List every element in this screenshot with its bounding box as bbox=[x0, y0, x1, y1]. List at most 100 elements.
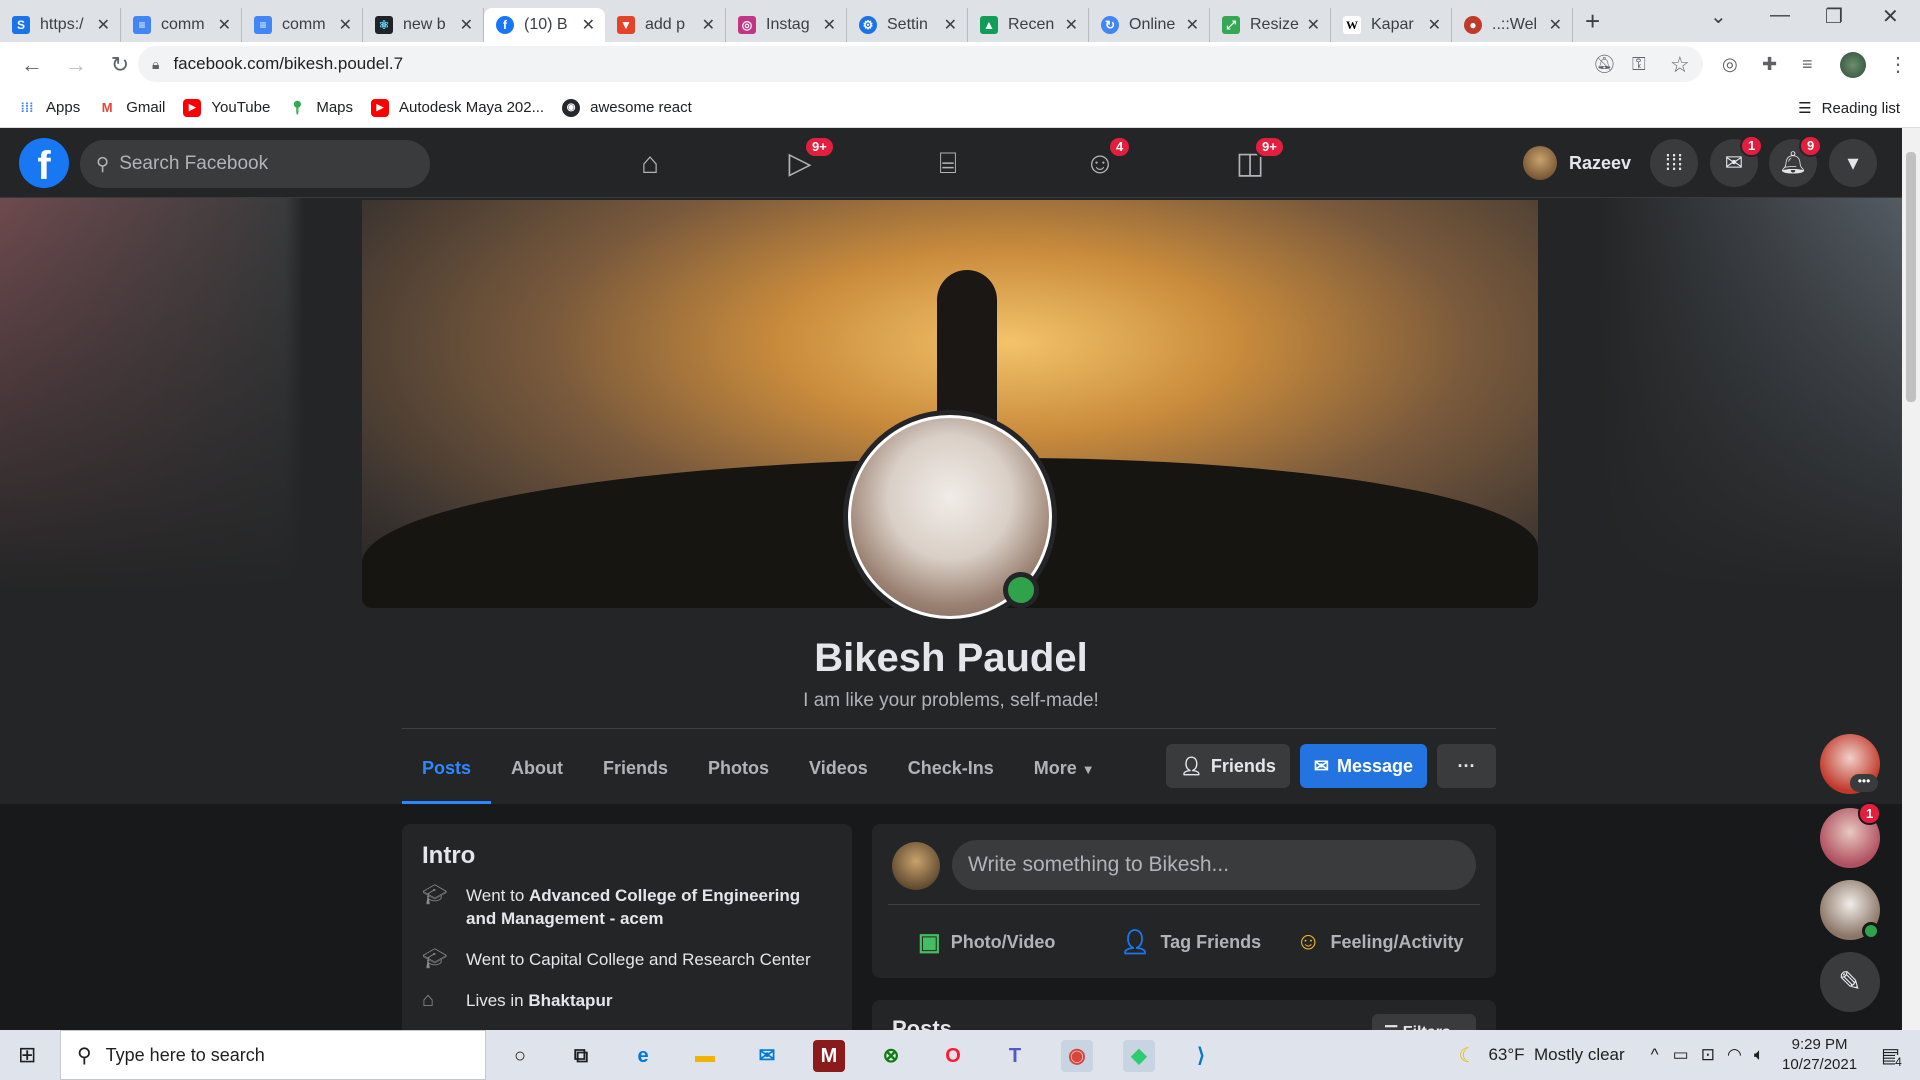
close-tab-icon[interactable]: ✕ bbox=[702, 15, 715, 35]
close-tab-icon[interactable]: ✕ bbox=[1428, 15, 1441, 35]
reading-list[interactable]: ☰ Reading list bbox=[1798, 99, 1900, 117]
chevron-up-icon[interactable]: ^ bbox=[1651, 1045, 1659, 1065]
tab-posts[interactable]: Posts bbox=[402, 738, 492, 804]
chrome-icon[interactable]: ◉ bbox=[1061, 1040, 1093, 1072]
browser-tab[interactable]: ⚙ Settin ✕ bbox=[847, 8, 968, 42]
key-icon[interactable]: ⚿ bbox=[1632, 54, 1646, 75]
browser-tab[interactable]: Shttps:/ ✕ bbox=[0, 8, 121, 42]
tab-search-icon[interactable]: ⌄ bbox=[1710, 4, 1727, 29]
messenger-icon[interactable]: ✉ 1 bbox=[1710, 135, 1764, 187]
page-scrollbar[interactable] bbox=[1902, 128, 1920, 1030]
app-icon[interactable]: ◆ bbox=[1123, 1040, 1155, 1072]
clock[interactable]: 9:29 PM 10/27/2021 bbox=[1782, 1035, 1857, 1075]
facebook-logo[interactable]: f bbox=[19, 138, 69, 188]
close-tab-icon[interactable]: ✕ bbox=[823, 15, 836, 35]
minimize-icon[interactable]: — bbox=[1770, 4, 1790, 27]
close-tab-icon[interactable]: ✕ bbox=[944, 15, 957, 35]
message-button[interactable]: ✉ Message bbox=[1300, 744, 1427, 788]
bookmark-star-icon[interactable]: ☆ bbox=[1670, 52, 1690, 78]
media-icon[interactable]: ≡ bbox=[1802, 54, 1813, 75]
close-tab-icon[interactable]: ✕ bbox=[218, 15, 231, 35]
intro-location-link[interactable]: Bhaktapur bbox=[528, 991, 612, 1010]
browser-tab[interactable]: W Kapar ✕ bbox=[1331, 8, 1452, 42]
weather-text[interactable]: 63°F Mostly clear bbox=[1488, 1045, 1624, 1065]
contact-chat-head[interactable]: ••• bbox=[1820, 734, 1880, 794]
maya-icon[interactable]: M bbox=[813, 1040, 845, 1072]
menu-kebab-icon[interactable]: ⋮ bbox=[1888, 52, 1908, 77]
feeling-activity-button[interactable]: ☺ Feeling/Activity bbox=[1296, 928, 1464, 956]
bookmark-maya[interactable]: ▶ Autodesk Maya 202... bbox=[371, 98, 544, 117]
address-bar[interactable]: 🔒︎ facebook.com/bikesh.poudel.7 🔕︎ ⚿ ☆ bbox=[138, 46, 1703, 82]
bookmark-youtube[interactable]: ▶ YouTube bbox=[183, 98, 270, 117]
composer-input[interactable]: Write something to Bikesh... bbox=[952, 840, 1476, 890]
avatar[interactable] bbox=[892, 842, 940, 890]
puzzle-icon[interactable]: ✚ bbox=[1762, 54, 1777, 75]
profile-avatar[interactable] bbox=[1840, 52, 1866, 78]
lock-icon[interactable]: 🔒︎ bbox=[152, 56, 159, 73]
xbox-icon[interactable]: ⊗ bbox=[875, 1040, 907, 1072]
bookmark-apps[interactable]: ⁞⁞⁞ Apps bbox=[18, 99, 81, 117]
browser-tab[interactable]: ↻ Online ✕ bbox=[1089, 8, 1210, 42]
display-icon[interactable]: ⊡ bbox=[1701, 1045, 1715, 1065]
tab-about[interactable]: About bbox=[491, 738, 583, 804]
home-icon[interactable]: ⌂ bbox=[628, 142, 672, 186]
tab-friends[interactable]: Friends bbox=[583, 738, 688, 804]
browser-tab[interactable]: ⤢ Resize ✕ bbox=[1210, 8, 1331, 42]
wifi-icon[interactable]: ◠ bbox=[1727, 1045, 1742, 1065]
browser-tab[interactable]: ≡ comm ✕ bbox=[121, 8, 242, 42]
teams-icon[interactable]: T bbox=[999, 1040, 1031, 1072]
notifications-blocked-icon[interactable]: 🔕︎ bbox=[1593, 54, 1616, 75]
restore-icon[interactable]: ❐ bbox=[1825, 4, 1843, 29]
friends-button[interactable]: 👤︎ Friends bbox=[1166, 744, 1290, 788]
scrollbar-thumb[interactable] bbox=[1906, 152, 1916, 402]
more-options-button[interactable]: ··· bbox=[1437, 744, 1496, 788]
volume-icon[interactable]: 🔈︎ bbox=[1754, 1045, 1764, 1065]
tag-friends-button[interactable]: 👤︎ Tag Friends bbox=[1120, 928, 1261, 957]
tab-more[interactable]: More ▼ bbox=[1014, 738, 1115, 804]
tab-check-ins[interactable]: Check-Ins bbox=[888, 738, 1014, 804]
task-view-icon[interactable]: ⧉ bbox=[565, 1040, 597, 1072]
bookmark-awesome-react[interactable]: ◉ awesome react bbox=[562, 98, 692, 117]
close-tab-icon[interactable]: ✕ bbox=[1307, 15, 1320, 35]
back-icon[interactable]: ← bbox=[20, 52, 44, 78]
bookmark-maps[interactable]: 📍︎ Maps bbox=[288, 99, 353, 117]
close-tab-icon[interactable]: ✕ bbox=[339, 15, 352, 35]
cortana-icon[interactable]: ○ bbox=[504, 1040, 536, 1072]
tab-videos[interactable]: Videos bbox=[789, 738, 888, 804]
browser-tab[interactable]: ● ..::Wel ✕ bbox=[1452, 8, 1573, 42]
close-tab-icon[interactable]: ✕ bbox=[1186, 15, 1199, 35]
opera-icon[interactable]: O bbox=[937, 1040, 969, 1072]
device-icon[interactable]: ▭ bbox=[1673, 1045, 1689, 1065]
contact-chat-head[interactable] bbox=[1820, 880, 1880, 940]
file-explorer-icon[interactable]: ▬ bbox=[689, 1040, 721, 1072]
close-window-icon[interactable]: ✕ bbox=[1882, 4, 1899, 29]
browser-tab[interactable]: ≡ comm ✕ bbox=[242, 8, 363, 42]
close-tab-icon[interactable]: ✕ bbox=[1549, 15, 1562, 35]
new-message-icon[interactable]: ✎ bbox=[1820, 952, 1880, 1012]
browser-tab[interactable]: ◎ Instag ✕ bbox=[726, 8, 847, 42]
groups-icon[interactable]: ☺ 4 bbox=[1078, 136, 1132, 186]
menu-grid-icon[interactable]: ⁞⁞⁞ bbox=[1650, 139, 1698, 187]
gaming-icon[interactable]: ◫ 9+ bbox=[1228, 136, 1285, 186]
search-input[interactable]: ⚲ Search Facebook bbox=[80, 140, 430, 188]
windows-start-icon[interactable]: ⊞ bbox=[18, 1042, 36, 1068]
close-tab-icon[interactable]: ✕ bbox=[460, 15, 473, 35]
vscode-icon[interactable]: ⟩ bbox=[1185, 1040, 1217, 1072]
extension-icon[interactable]: ◎ bbox=[1722, 54, 1738, 75]
action-center-icon[interactable]: ▤ 4 bbox=[1881, 1043, 1902, 1069]
new-tab-icon[interactable]: + bbox=[1585, 6, 1600, 37]
photo-video-button[interactable]: ▣ Photo/Video bbox=[918, 928, 1055, 957]
edge-icon[interactable]: e bbox=[627, 1040, 659, 1072]
url-text[interactable]: facebook.com/bikesh.poudel.7 bbox=[173, 54, 403, 74]
account-dropdown-icon[interactable]: ▾ bbox=[1829, 139, 1877, 187]
browser-tab[interactable]: ▲ Recen ✕ bbox=[968, 8, 1089, 42]
close-tab-icon[interactable]: ✕ bbox=[97, 15, 110, 35]
watch-icon[interactable]: ▷ 9+ bbox=[778, 136, 835, 186]
close-tab-icon[interactable]: ✕ bbox=[1065, 15, 1078, 35]
forward-icon[interactable]: → bbox=[64, 52, 88, 78]
taskbar-search-input[interactable]: ⚲ Type here to search bbox=[60, 1030, 486, 1080]
browser-tab[interactable]: ⚛ new b ✕ bbox=[363, 8, 484, 42]
close-tab-icon[interactable]: ✕ bbox=[582, 15, 595, 35]
user-profile-chip[interactable]: Razeev bbox=[1523, 146, 1631, 180]
contact-chat-head[interactable]: 1 bbox=[1820, 802, 1882, 868]
